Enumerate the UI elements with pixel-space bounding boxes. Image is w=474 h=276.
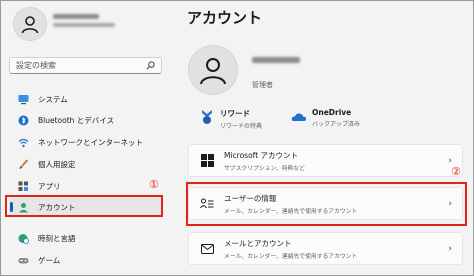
apps-icon	[18, 181, 29, 192]
user-email-blurred	[53, 23, 115, 27]
sidebar-item-apps[interactable]: アプリ	[9, 176, 163, 196]
sidebar-item-personalization[interactable]: 個人用設定	[9, 154, 163, 174]
main-pane: アカウント 管理者 リワード リワードの特典 OneDrive バックアップ済み	[173, 1, 474, 276]
sidebar-item-gaming[interactable]: ゲーム	[9, 250, 163, 270]
page-title: アカウント	[187, 9, 263, 27]
bluetooth-icon	[18, 115, 29, 126]
settings-search-input[interactable]: 設定の検索	[9, 57, 162, 74]
highlight-accounts-box	[5, 195, 163, 217]
microsoft-account-card[interactable]: Microsoft アカウント サブスクリプション、特典など ›	[188, 144, 463, 177]
sidebar-item-system[interactable]: システム	[9, 89, 163, 109]
user-name-blurred	[53, 14, 99, 19]
globe-clock-icon	[18, 233, 29, 244]
onedrive-icon	[291, 113, 307, 121]
onedrive-link[interactable]: OneDrive バックアップ済み	[291, 108, 360, 128]
step-1-marker: ①	[149, 178, 159, 191]
person-icon	[200, 58, 226, 85]
mail-icon	[200, 242, 214, 256]
step-2-marker: ②	[451, 165, 461, 178]
sidebar-item-bluetooth[interactable]: Bluetooth とデバイス	[9, 110, 163, 130]
microsoft-logo-icon	[200, 154, 214, 168]
search-placeholder: 設定の検索	[16, 61, 56, 70]
sidebar-item-network[interactable]: ネットワークとインターネット	[9, 132, 163, 152]
wifi-icon	[18, 137, 29, 148]
sidebar-item-time-language[interactable]: 時刻と言語	[9, 228, 163, 248]
account-name-blurred	[252, 57, 300, 63]
brush-icon	[18, 158, 29, 170]
email-accounts-card[interactable]: メールとアカウント メール、カレンダー、連絡先で使用するアカウント ›	[188, 232, 463, 265]
user-avatar[interactable]	[13, 7, 47, 41]
chevron-right-icon: ›	[448, 244, 452, 254]
rewards-icon	[202, 110, 212, 124]
search-icon	[146, 61, 155, 70]
sidebar: 設定の検索 システム Bluetooth とデバイス ネットワークとインターネッ…	[1, 1, 173, 276]
account-role: 管理者	[252, 81, 273, 89]
monitor-icon	[18, 94, 29, 105]
gamepad-icon	[18, 255, 29, 266]
rewards-link[interactable]: リワード リワードの特典	[199, 108, 262, 130]
account-avatar	[188, 45, 238, 95]
person-icon	[21, 16, 39, 34]
highlight-your-info-box	[186, 182, 467, 226]
